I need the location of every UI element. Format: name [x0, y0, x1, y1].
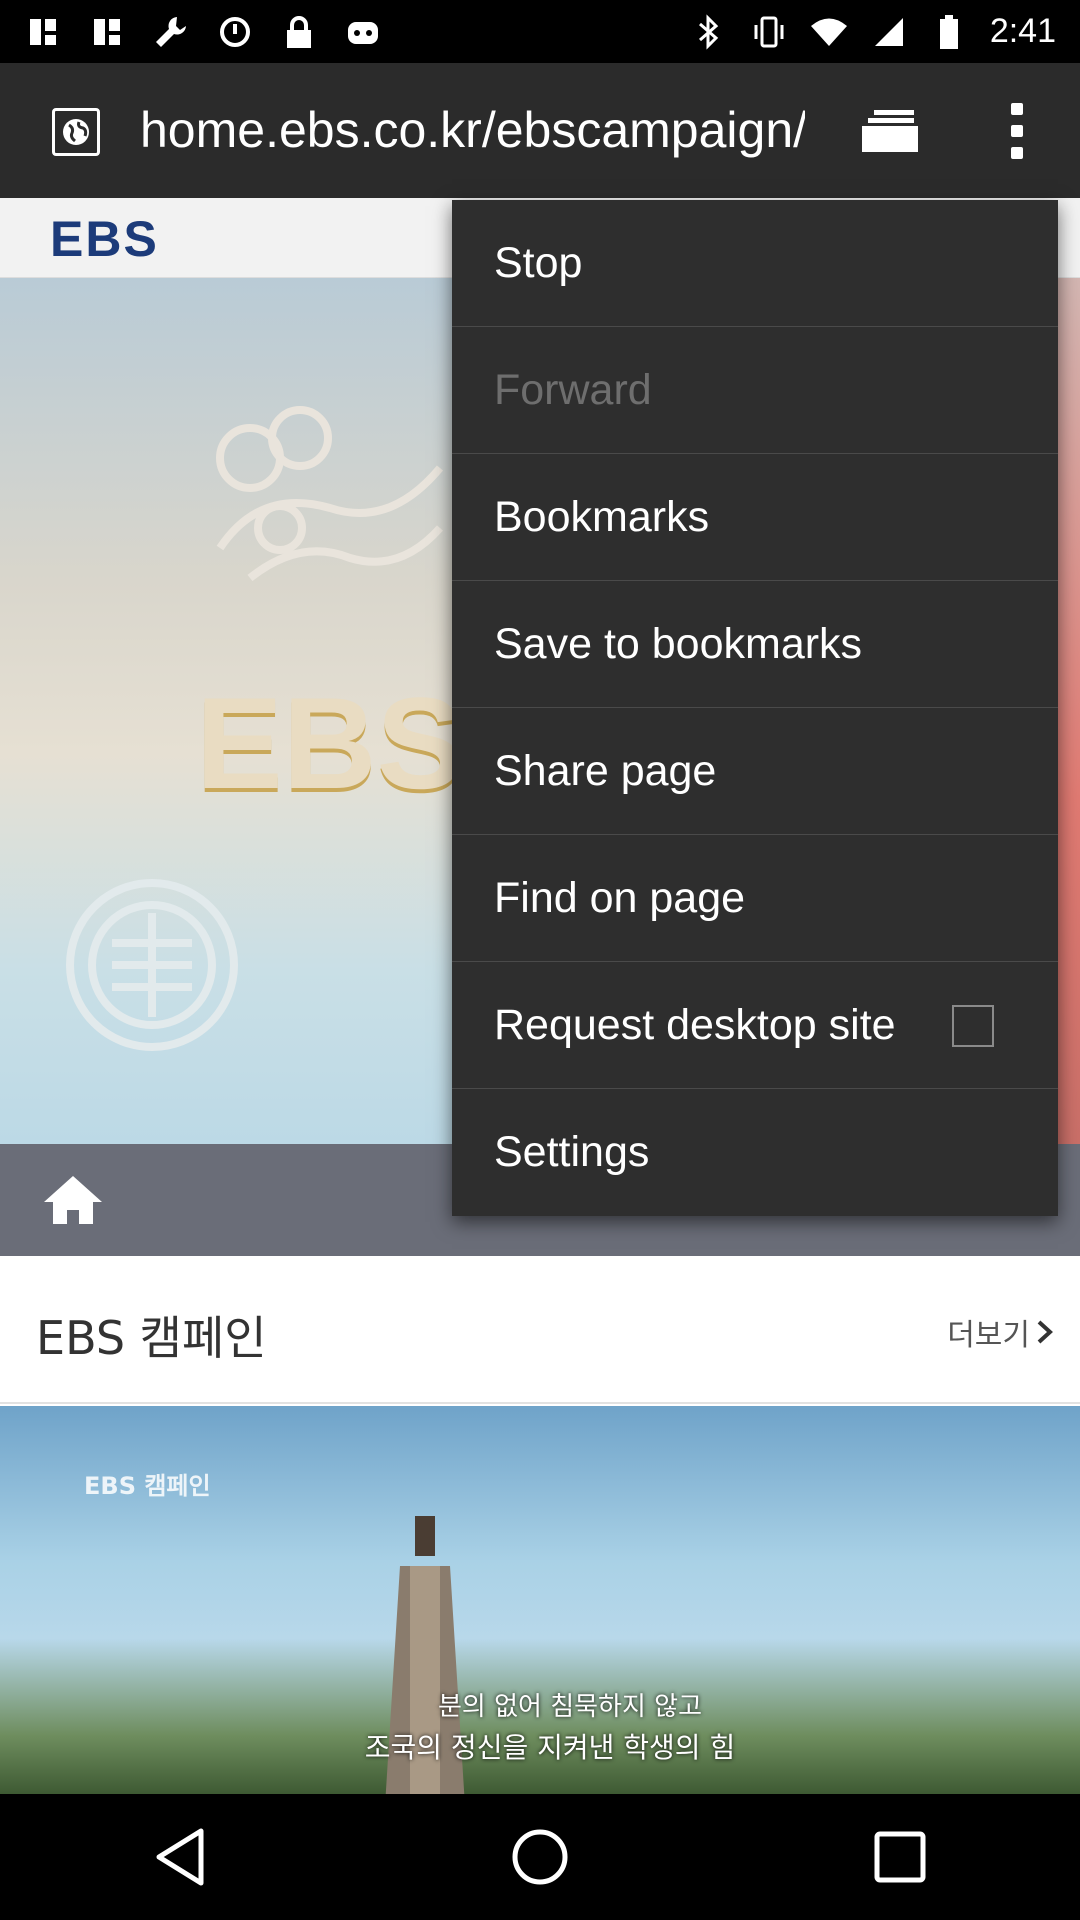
lock-icon: [280, 13, 318, 51]
status-bar: 2:41: [0, 0, 1080, 63]
home-button-icon[interactable]: [495, 1812, 585, 1902]
video-tag: EBS 캠페인: [84, 1472, 211, 1500]
video-caption-line2: 조국의 정신을 지켜낸 학생의 힘: [364, 1731, 736, 1764]
alarm-icon: [216, 13, 254, 51]
url-bar[interactable]: home.ebs.co.kr/ebscampaign/main: [140, 99, 805, 161]
campaign-video-thumbnail[interactable]: EBS 캠페인 분의 없어 침묵하지 않고 조국의 정신을 지켜낸 학생의 힘: [0, 1406, 1080, 1794]
menu-item-label: Settings: [494, 1128, 650, 1176]
more-link[interactable]: 더보기: [947, 1310, 1054, 1354]
signal-icon: [870, 13, 908, 51]
home-icon[interactable]: [42, 1174, 104, 1226]
overflow-menu: Stop Forward Bookmarks Save to bookmarks…: [452, 200, 1058, 1216]
overflow-menu-icon[interactable]: [1002, 99, 1032, 163]
recents-icon[interactable]: [855, 1812, 945, 1902]
menu-item-bookmarks[interactable]: Bookmarks: [452, 454, 1058, 581]
menu-item-label: Find on page: [494, 873, 746, 922]
site-globe-icon[interactable]: [52, 108, 100, 156]
menu-item-stop[interactable]: Stop: [452, 200, 1058, 327]
menu-item-label: Bookmarks: [494, 492, 710, 541]
menu-item-request-desktop-site[interactable]: Request desktop site: [452, 962, 1058, 1089]
menu-item-label: Stop: [494, 238, 583, 287]
ebs-logo[interactable]: EBS: [50, 210, 159, 268]
battery-icon: [930, 13, 968, 51]
browser-toolbar: home.ebs.co.kr/ebscampaign/main: [0, 63, 1080, 261]
bluetooth-icon: [690, 13, 728, 51]
menu-item-label: Forward: [494, 365, 652, 414]
wifi-icon: [810, 13, 848, 51]
menu-item-label: Request desktop site: [494, 1000, 896, 1049]
system-nav-bar: [0, 1794, 1080, 1920]
desktop-site-checkbox[interactable]: [952, 1005, 994, 1047]
menu-item-share-page[interactable]: Share page: [452, 708, 1058, 835]
section-title: EBS 캠페인: [36, 1311, 267, 1365]
video-caption-line1: 분의 없어 침묵하지 않고: [438, 1692, 702, 1722]
seal-decoration: [66, 879, 238, 1051]
vibrate-icon: [750, 13, 788, 51]
menu-item-label: Save to bookmarks: [494, 619, 863, 668]
menu-item-save-to-bookmarks[interactable]: Save to bookmarks: [452, 581, 1058, 708]
clock: 2:41: [989, 12, 1056, 50]
notification-icon: [88, 13, 126, 51]
menu-item-label: Share page: [494, 746, 717, 795]
wrench-icon: [152, 13, 190, 51]
cloud-swirl-decoration: [216, 406, 444, 582]
more-link-label: 더보기: [947, 1318, 1030, 1353]
notification-icon: [24, 13, 62, 51]
campaign-section-header: EBS 캠페인 더보기: [0, 1256, 1080, 1404]
android-icon: [344, 13, 382, 51]
chevron-right-icon: [1037, 1320, 1053, 1344]
menu-item-settings[interactable]: Settings: [452, 1089, 1058, 1216]
menu-item-find-on-page[interactable]: Find on page: [452, 835, 1058, 962]
back-icon[interactable]: [135, 1812, 225, 1902]
tabs-icon[interactable]: [858, 101, 922, 161]
menu-item-forward[interactable]: Forward: [452, 327, 1058, 454]
hero-title: EBS: [196, 670, 464, 816]
